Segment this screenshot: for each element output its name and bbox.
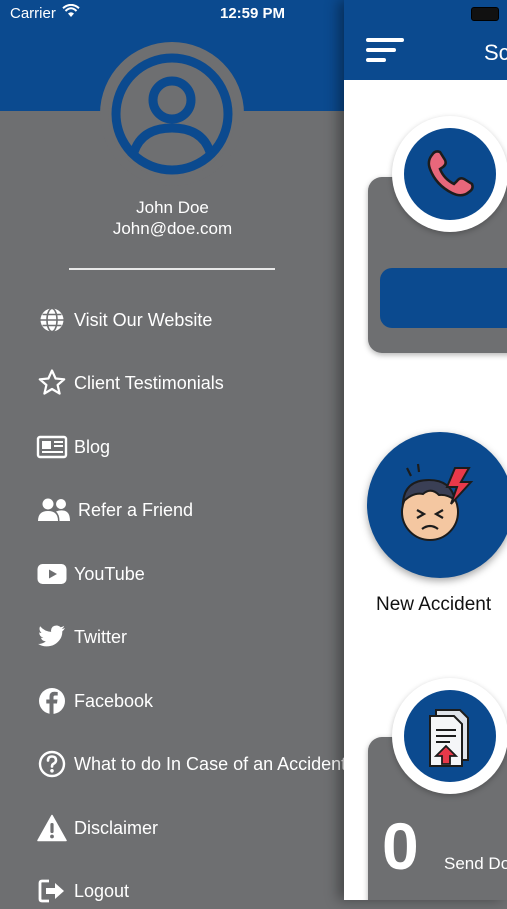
menu-item-label: Refer a Friend: [78, 499, 194, 520]
menu-item-disclaimer[interactable]: Disclaimer: [36, 810, 158, 846]
menu-item-youtube[interactable]: YouTube: [36, 556, 145, 592]
hamburger-line: [366, 48, 396, 52]
send-documents-label: Send Do: [444, 854, 507, 873]
menu-toggle-button[interactable]: [366, 38, 404, 66]
hamburger-line: [366, 58, 386, 62]
newspaper-icon: [36, 431, 68, 463]
document-upload-icon: [404, 690, 496, 782]
menu-item-visit-website[interactable]: Visit Our Website: [36, 302, 212, 338]
menu-item-twitter[interactable]: Twitter: [36, 619, 127, 655]
menu-item-label: Blog: [74, 436, 111, 457]
user-email: John@doe.com: [112, 219, 233, 238]
menu-item-label: Facebook: [74, 690, 154, 711]
clock: 12:59 PM: [220, 5, 286, 22]
youtube-icon: [36, 558, 68, 590]
accident-icon: [367, 432, 507, 578]
menu-item-accident-guide[interactable]: What to do In Case of an Accident: [36, 746, 346, 782]
hamburger-line: [366, 38, 404, 42]
menu-item-label: Twitter: [74, 626, 128, 647]
warning-icon: [36, 812, 68, 844]
battery-icon: [471, 7, 499, 21]
user-name: John Doe: [136, 198, 209, 217]
avatar[interactable]: [108, 50, 236, 178]
question-circle-icon: [36, 748, 68, 780]
menu-item-label: What to do In Case of an Accident: [74, 753, 347, 774]
facebook-icon: [36, 685, 68, 717]
menu-item-label: Logout: [74, 880, 130, 901]
new-accident-label: New Accident: [376, 594, 492, 615]
menu-item-blog[interactable]: Blog: [36, 429, 110, 465]
menu-item-label: YouTube: [74, 563, 145, 584]
star-icon: [36, 367, 68, 399]
menu-item-refer-a-friend[interactable]: Refer a Friend: [36, 492, 193, 528]
users-icon: [36, 494, 72, 526]
status-bar: Carrier 12:59 PM: [0, 0, 507, 28]
menu-item-label: Visit Our Website: [74, 309, 213, 330]
call-button[interactable]: [380, 268, 507, 328]
menu-item-logout[interactable]: Logout: [36, 873, 129, 909]
user-avatar-icon: [111, 53, 233, 175]
twitter-icon: [36, 621, 68, 653]
wifi-icon: [62, 3, 80, 22]
main-screen: Sc New Accident 0 Send Do: [344, 0, 507, 900]
menu-item-facebook[interactable]: Facebook: [36, 683, 153, 719]
menu-item-label: Client Testimonials: [74, 372, 224, 393]
documents-count: 0: [382, 809, 419, 883]
logout-icon: [36, 875, 68, 907]
phone-icon: [404, 128, 496, 220]
menu-item-label: Disclaimer: [74, 817, 159, 838]
globe-icon: [36, 304, 68, 336]
carrier-label: Carrier: [10, 5, 56, 22]
menu-item-client-testimonials[interactable]: Client Testimonials: [36, 365, 224, 401]
header-title: Sc: [484, 40, 507, 65]
drawer-divider: [69, 268, 275, 270]
